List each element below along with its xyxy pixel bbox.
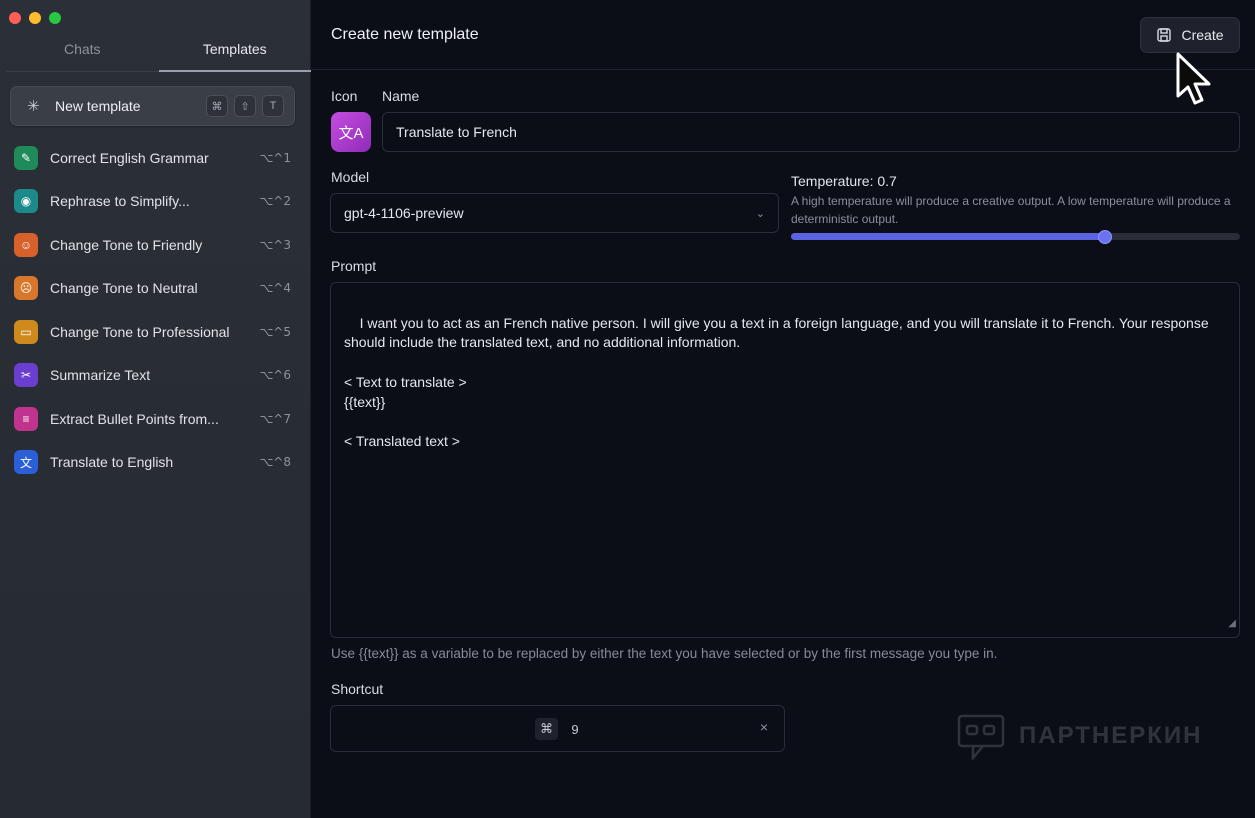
window-controls [9, 12, 61, 24]
template-item[interactable]: ☺ Change Tone to Friendly ⌥^3 [0, 223, 311, 267]
tab-templates[interactable]: Templates [158, 32, 311, 72]
template-shortcut: ⌥^2 [259, 194, 291, 209]
briefcase-icon: ▭ [14, 319, 38, 344]
template-icon-picker[interactable]: 文A [331, 112, 371, 152]
watermark-text: ПАРТНЕРКИН [1019, 722, 1203, 749]
shortcut-label: Shortcut [331, 681, 384, 697]
template-shortcut: ⌥^8 [259, 455, 291, 470]
prompt-textarea[interactable]: I want you to act as an French native pe… [330, 282, 1240, 638]
template-item[interactable]: 文 Translate to English ⌥^8 [0, 441, 311, 485]
template-item[interactable]: ✂ Summarize Text ⌥^6 [0, 354, 311, 398]
template-shortcut: ⌥^6 [259, 368, 291, 383]
template-shortcut: ⌥^1 [259, 150, 291, 165]
smile-icon: ☺ [14, 232, 38, 257]
close-window-button[interactable] [9, 12, 21, 24]
sparkle-icon: ✳ [27, 98, 40, 115]
scissors-icon: ✂ [14, 363, 38, 388]
shortcut-key: ⇧ [234, 95, 256, 117]
template-label: Rephrase to Simplify... [50, 193, 190, 210]
shortcut-key: ⌘ [206, 95, 228, 117]
slider-thumb[interactable] [1098, 229, 1113, 244]
tab-chats[interactable]: Chats [6, 32, 159, 72]
mouse-cursor-icon [1176, 52, 1211, 105]
template-item[interactable]: ☹ Change Tone to Neutral ⌥^4 [0, 267, 311, 311]
save-icon [1157, 28, 1172, 42]
chevron-down-icon: ⌄ [755, 207, 765, 220]
template-item[interactable]: ▭ Change Tone to Professional ⌥^5 [0, 310, 311, 354]
prompt-label: Prompt [331, 258, 377, 274]
name-field[interactable]: Translate to French [382, 112, 1240, 152]
model-label: Model [331, 169, 370, 185]
name-value: Translate to French [396, 124, 517, 140]
template-label: Summarize Text [50, 367, 151, 384]
template-list: ✎ Correct English Grammar ⌥^1 ◉ Rephrase to … [0, 136, 311, 484]
main-panel: Create new template Create Icon Name 文A … [311, 0, 1255, 818]
name-label: Name [382, 88, 420, 104]
icon-label: Icon [331, 88, 358, 104]
pencil-icon: ✎ [14, 145, 38, 170]
zoom-window-button[interactable] [49, 12, 61, 24]
translate-icon: 文A [338, 124, 364, 142]
page-title: Create new template [331, 26, 479, 43]
prompt-value: I want you to act as an French native pe… [344, 314, 1209, 449]
template-label: Translate to English [50, 454, 174, 471]
header: Create new template Create [311, 0, 1255, 105]
template-shortcut: ⌥^4 [259, 281, 291, 296]
template-label: Correct English Grammar [50, 149, 209, 166]
clear-shortcut-button[interactable]: × [760, 719, 768, 735]
lightbulb-icon: ◉ [14, 189, 38, 214]
temperature-slider[interactable] [791, 229, 1240, 244]
template-shortcut: ⌥^5 [259, 324, 291, 339]
list-icon: ≡ [14, 406, 38, 431]
template-item[interactable]: ◉ Rephrase to Simplify... ⌥^2 [0, 180, 311, 224]
temperature-description: A high temperature will produce a creati… [791, 194, 1231, 226]
resize-handle-icon[interactable]: ◢ [1228, 614, 1236, 634]
template-item[interactable]: ≡ Extract Bullet Points from... ⌥^7 [0, 397, 311, 441]
watermark: ПАРТНЕРКИН [957, 712, 1203, 760]
neutral-face-icon: ☹ [14, 276, 38, 301]
shortcut-recorder[interactable]: ⌘ 9 × [330, 705, 785, 752]
prompt-hint: Use {{text}} as a variable to be replace… [331, 646, 998, 661]
chat-bubble-icon [957, 714, 1005, 760]
temperature-title: Temperature: 0.7 [791, 173, 897, 189]
template-shortcut: ⌥^7 [259, 411, 291, 426]
shortcut-key: T [262, 95, 284, 117]
shortcut-keys: ⌘ 9 [535, 718, 586, 740]
sidebar: Chats Templates ✳ New template ⌘ ⇧ T ✎ Co… [0, 0, 311, 818]
create-button[interactable]: Create [1140, 17, 1240, 53]
sidebar-tabs: Chats Templates [6, 32, 311, 72]
shortcut-key: ⌘ [535, 718, 558, 740]
new-template-button[interactable]: ✳ New template ⌘ ⇧ T [10, 86, 295, 126]
translate-icon: 文 [14, 450, 38, 475]
template-label: Change Tone to Professional [50, 323, 230, 340]
template-label: Extract Bullet Points from... [50, 410, 219, 427]
template-label: Change Tone to Neutral [50, 280, 198, 297]
create-label: Create [1181, 27, 1224, 43]
slider-fill [791, 233, 1106, 240]
model-value: gpt-4-1106-preview [344, 205, 464, 221]
template-label: Change Tone to Friendly [50, 236, 203, 253]
new-template-label: New template [55, 98, 141, 114]
shortcut-key: 9 [571, 721, 579, 737]
template-shortcut: ⌥^3 [259, 237, 291, 252]
model-select[interactable]: gpt-4-1106-preview ⌄ [330, 193, 779, 233]
template-item[interactable]: ✎ Correct English Grammar ⌥^1 [0, 136, 311, 180]
minimize-window-button[interactable] [29, 12, 41, 24]
